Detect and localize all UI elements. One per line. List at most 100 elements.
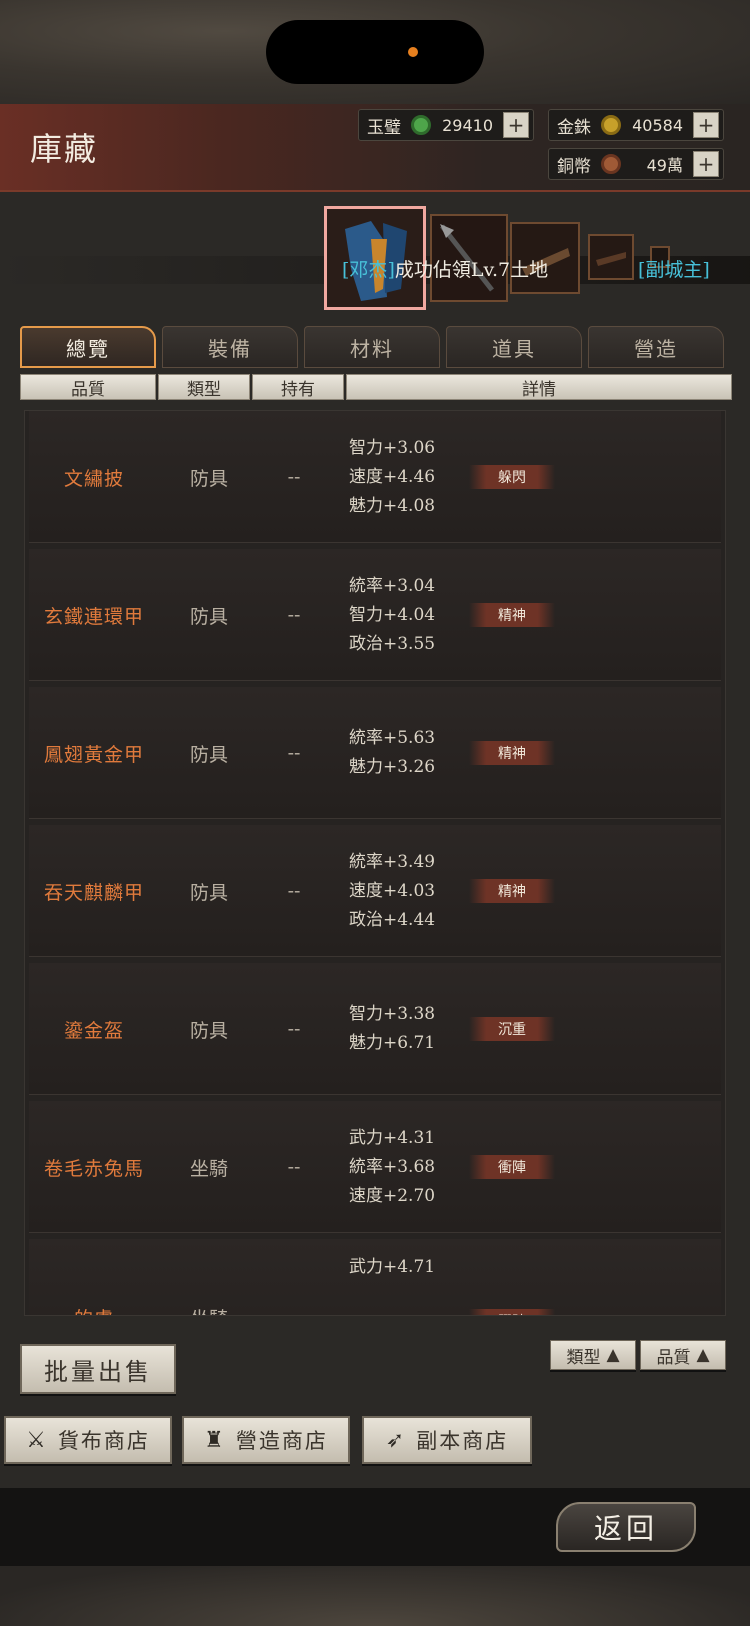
item-name: 鳳翅黃金甲 <box>43 743 144 766</box>
currency-label: 銅幣 <box>557 156 591 177</box>
tab-items[interactable]: 道具 <box>446 326 582 368</box>
shop-label: 營造商店 <box>235 1429 328 1453</box>
trait-badge: 躲閃 <box>469 465 555 489</box>
column-quality[interactable]: 品質 <box>20 374 156 400</box>
stat-line: 智力+4.04 <box>349 604 436 625</box>
currency-shop-button[interactable]: ⚔ 貨布商店 <box>4 1416 172 1464</box>
add-copper-button[interactable]: + <box>693 151 719 177</box>
gold-currency: 金銖 40584 + <box>548 109 724 141</box>
item-owned: -- <box>287 604 301 626</box>
add-jade-button[interactable]: + <box>503 112 529 138</box>
item-name: 的盧 <box>29 1239 159 1315</box>
construction-shop-button[interactable]: ♜ 營造商店 <box>182 1416 350 1464</box>
broadcast-message: [邓杰]成功佔領Lv.7土地 <box>342 259 549 281</box>
portrait-4[interactable] <box>588 234 634 280</box>
shop-label: 貨布商店 <box>57 1429 150 1453</box>
item-name: 文繡披 <box>63 467 124 490</box>
currency-value: 40584 <box>632 115 683 135</box>
trait-badge: 精神 <box>469 603 555 627</box>
page-title: 庫藏 <box>30 130 99 168</box>
stat-line: 速度+4.03 <box>349 880 436 901</box>
stat-line: 速度+2.70 <box>349 1185 436 1206</box>
stat-line: 政治+3.55 <box>349 633 436 654</box>
tab-construction[interactable]: 營造 <box>588 326 724 368</box>
item-type: 防具 <box>189 881 228 904</box>
column-details[interactable]: 詳情 <box>346 374 732 400</box>
item-name: 卷毛赤兔馬 <box>43 1157 144 1180</box>
stat-line: 統率+3.04 <box>349 575 436 596</box>
stat-line: 魅力+4.08 <box>349 495 436 516</box>
sword-icon: ⚔ <box>26 1427 48 1453</box>
list-item[interactable]: 的盧 坐騎 -- 武力+4.71 躍踏 <box>29 1239 721 1315</box>
item-stats: 統率+3.04 智力+4.04 政治+3.55 <box>349 549 469 681</box>
item-stats: 統率+3.49 速度+4.03 政治+4.44 <box>349 825 469 957</box>
jade-currency: 玉璧 29410 + <box>358 109 534 141</box>
item-type: 防具 <box>189 605 228 628</box>
item-name: 鎏金盔 <box>63 1019 124 1042</box>
item-name: 玄鐵連環甲 <box>43 605 144 628</box>
list-item[interactable]: 文繡披 防具 -- 智力+3.06 速度+4.46 魅力+4.08 躲閃 <box>29 411 721 543</box>
tab-overview[interactable]: 總覽 <box>20 326 156 368</box>
bottom-decoration <box>0 1566 750 1626</box>
trait-badge: 衝陣 <box>469 1155 555 1179</box>
trait-badge: 沉重 <box>469 1017 555 1041</box>
item-stats: 智力+3.38 魅力+6.71 <box>349 963 469 1095</box>
trait-badge: 精神 <box>469 741 555 765</box>
trait-badge: 躍踏 <box>469 1309 555 1315</box>
item-name: 吞天麒麟甲 <box>43 881 144 904</box>
item-list[interactable]: 文繡披 防具 -- 智力+3.06 速度+4.46 魅力+4.08 躲閃 玄鐵連… <box>24 410 726 1316</box>
list-item[interactable]: 鎏金盔 防具 -- 智力+3.38 魅力+6.71 沉重 <box>29 963 721 1095</box>
horn-icon: ➶ <box>385 1427 407 1453</box>
stat-line: 魅力+3.26 <box>349 757 436 777</box>
sort-up-icon: ▲ <box>696 1345 710 1365</box>
item-type: 防具 <box>189 743 228 766</box>
stat-line: 速度+4.46 <box>349 466 436 487</box>
list-item[interactable]: 玄鐵連環甲 防具 -- 統率+3.04 智力+4.04 政治+3.55 精神 <box>29 549 721 681</box>
item-owned: -- <box>287 742 301 764</box>
column-owned[interactable]: 持有 <box>252 374 344 400</box>
item-stats: 武力+4.31 統率+3.68 速度+2.70 <box>349 1101 469 1233</box>
broadcast-player-name: 邓杰 <box>349 259 388 281</box>
sort-quality-button[interactable]: 品質 ▲ <box>640 1340 726 1370</box>
item-owned: -- <box>287 880 301 902</box>
copper-currency: 銅幣 49萬 + <box>548 148 724 180</box>
shop-label: 副本商店 <box>416 1429 509 1453</box>
add-gold-button[interactable]: + <box>693 112 719 138</box>
list-item[interactable]: 吞天麒麟甲 防具 -- 統率+3.49 速度+4.03 政治+4.44 精神 <box>29 825 721 957</box>
item-stats: 統率+5.63 魅力+3.26 <box>349 687 469 819</box>
currency-value: 29410 <box>442 115 493 135</box>
camera-dot <box>408 47 418 57</box>
gold-coin-icon <box>601 115 621 135</box>
dungeon-shop-button[interactable]: ➶ 副本商店 <box>362 1416 532 1464</box>
list-item[interactable]: 鳳翅黃金甲 防具 -- 統率+5.63 魅力+3.26 精神 <box>29 687 721 819</box>
category-tabs: 總覽 裝備 材料 道具 營造 <box>20 326 730 370</box>
stat-line: 武力+4.31 <box>349 1127 436 1148</box>
item-type: 防具 <box>189 1019 228 1042</box>
tab-equipment[interactable]: 裝備 <box>162 326 298 368</box>
list-item[interactable]: 卷毛赤兔馬 坐騎 -- 武力+4.31 統率+3.68 速度+2.70 衝陣 <box>29 1101 721 1233</box>
jade-coin-icon <box>411 115 431 135</box>
item-stats: 智力+3.06 速度+4.46 魅力+4.08 <box>349 411 469 543</box>
item-type: 坐騎 <box>169 1239 249 1315</box>
column-type[interactable]: 類型 <box>158 374 250 400</box>
item-type: 坐騎 <box>189 1157 228 1180</box>
item-type: 防具 <box>189 467 228 490</box>
sort-type-button[interactable]: 類型 ▲ <box>550 1340 636 1370</box>
item-owned: -- <box>287 466 301 488</box>
stat-line: 統率+5.63 <box>349 728 436 748</box>
tab-materials[interactable]: 材料 <box>304 326 440 368</box>
sort-type-label: 類型 <box>566 1347 601 1368</box>
item-owned: -- <box>287 1156 301 1178</box>
item-stats: 武力+4.71 <box>349 1253 469 1282</box>
item-portrait-icon <box>590 236 632 278</box>
back-button[interactable]: 返回 <box>556 1502 696 1552</box>
stat-line: 武力+4.71 <box>349 1257 436 1277</box>
bulk-sell-button[interactable]: 批量出售 <box>20 1344 176 1394</box>
stat-line: 政治+4.44 <box>349 909 436 930</box>
broadcast-text: 成功佔領Lv.7土地 <box>394 259 549 281</box>
item-owned: -- <box>287 1018 301 1040</box>
camera-notch <box>266 20 484 84</box>
tower-icon: ♜ <box>204 1427 226 1453</box>
stat-line: 智力+3.06 <box>349 437 436 458</box>
copper-coin-icon <box>601 154 621 174</box>
